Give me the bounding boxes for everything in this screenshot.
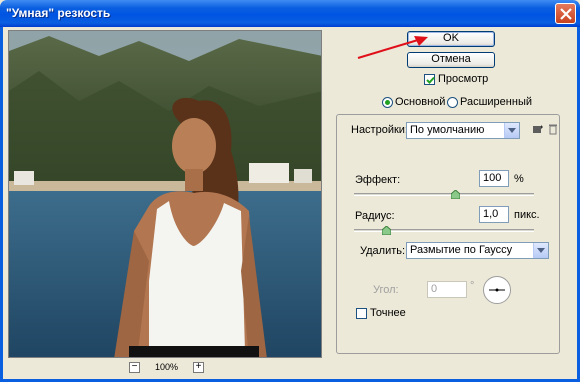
- angle-input: 0: [427, 281, 467, 298]
- angle-unit: °: [470, 280, 475, 292]
- title-bar: "Умная" резкость: [0, 0, 580, 27]
- preview-image[interactable]: [8, 30, 322, 358]
- dropdown-arrow: [533, 243, 548, 258]
- window-title: "Умная" резкость: [6, 6, 111, 20]
- radio-selected-dot: [385, 100, 390, 105]
- dropdown-arrow: [504, 123, 519, 138]
- preview-checkbox-label: Просмотр: [438, 73, 489, 85]
- angle-dial: [483, 276, 511, 304]
- trash-icon[interactable]: [547, 123, 559, 135]
- close-icon: [560, 8, 572, 20]
- mode-advanced-label: Расширенный: [460, 96, 532, 108]
- effect-value: 100: [483, 172, 502, 184]
- effect-input[interactable]: 100: [479, 170, 509, 187]
- preview-photo: [9, 31, 321, 357]
- zoom-in-button[interactable]: +: [193, 362, 204, 373]
- remove-select-value: Размытие по Гауссу: [410, 244, 513, 256]
- radius-input[interactable]: 1,0: [479, 206, 509, 223]
- mode-advanced-radio[interactable]: [447, 97, 458, 108]
- radius-unit: пикс.: [514, 209, 540, 221]
- save-settings-icon[interactable]: [532, 123, 544, 135]
- checkmark-icon: [426, 76, 435, 84]
- chevron-down-icon: [537, 248, 545, 253]
- mode-basic-radio[interactable]: [382, 97, 393, 108]
- effect-label: Эффект:: [355, 174, 401, 186]
- effect-slider-thumb[interactable]: [450, 190, 460, 199]
- dial-needle-icon: [489, 288, 505, 292]
- radius-label: Радиус:: [355, 210, 395, 222]
- mode-basic-label: Основной: [395, 96, 446, 108]
- settings-select[interactable]: По умолчанию: [406, 122, 520, 139]
- settings-select-value: По умолчанию: [410, 124, 485, 136]
- remove-select[interactable]: Размытие по Гауссу: [406, 242, 549, 259]
- close-button[interactable]: [555, 3, 576, 24]
- zoom-in-label: +: [195, 361, 202, 372]
- zoom-level: 100%: [155, 362, 179, 372]
- zoom-out-button[interactable]: −: [129, 362, 140, 373]
- red-arrow-icon: [357, 36, 428, 59]
- radius-value: 1,0: [483, 208, 499, 220]
- effect-unit: %: [514, 173, 524, 185]
- angle-label: Угол:: [373, 284, 399, 296]
- radius-slider-thumb[interactable]: [382, 226, 392, 235]
- cancel-button-label: Отмена: [431, 53, 471, 65]
- finer-checkbox[interactable]: [356, 308, 367, 319]
- angle-value: 0: [431, 283, 438, 295]
- effect-slider-track: [354, 193, 534, 196]
- ok-button-label: OK: [443, 32, 459, 44]
- chevron-down-icon: [508, 128, 516, 133]
- preview-checkbox[interactable]: [424, 74, 435, 85]
- remove-label: Удалить:: [360, 245, 406, 257]
- finer-checkbox-label: Точнее: [370, 307, 406, 319]
- window-frame-left: [0, 27, 3, 382]
- radius-slider-track: [354, 229, 534, 232]
- settings-label: Настройки:: [351, 124, 408, 136]
- zoom-out-label: −: [131, 361, 138, 372]
